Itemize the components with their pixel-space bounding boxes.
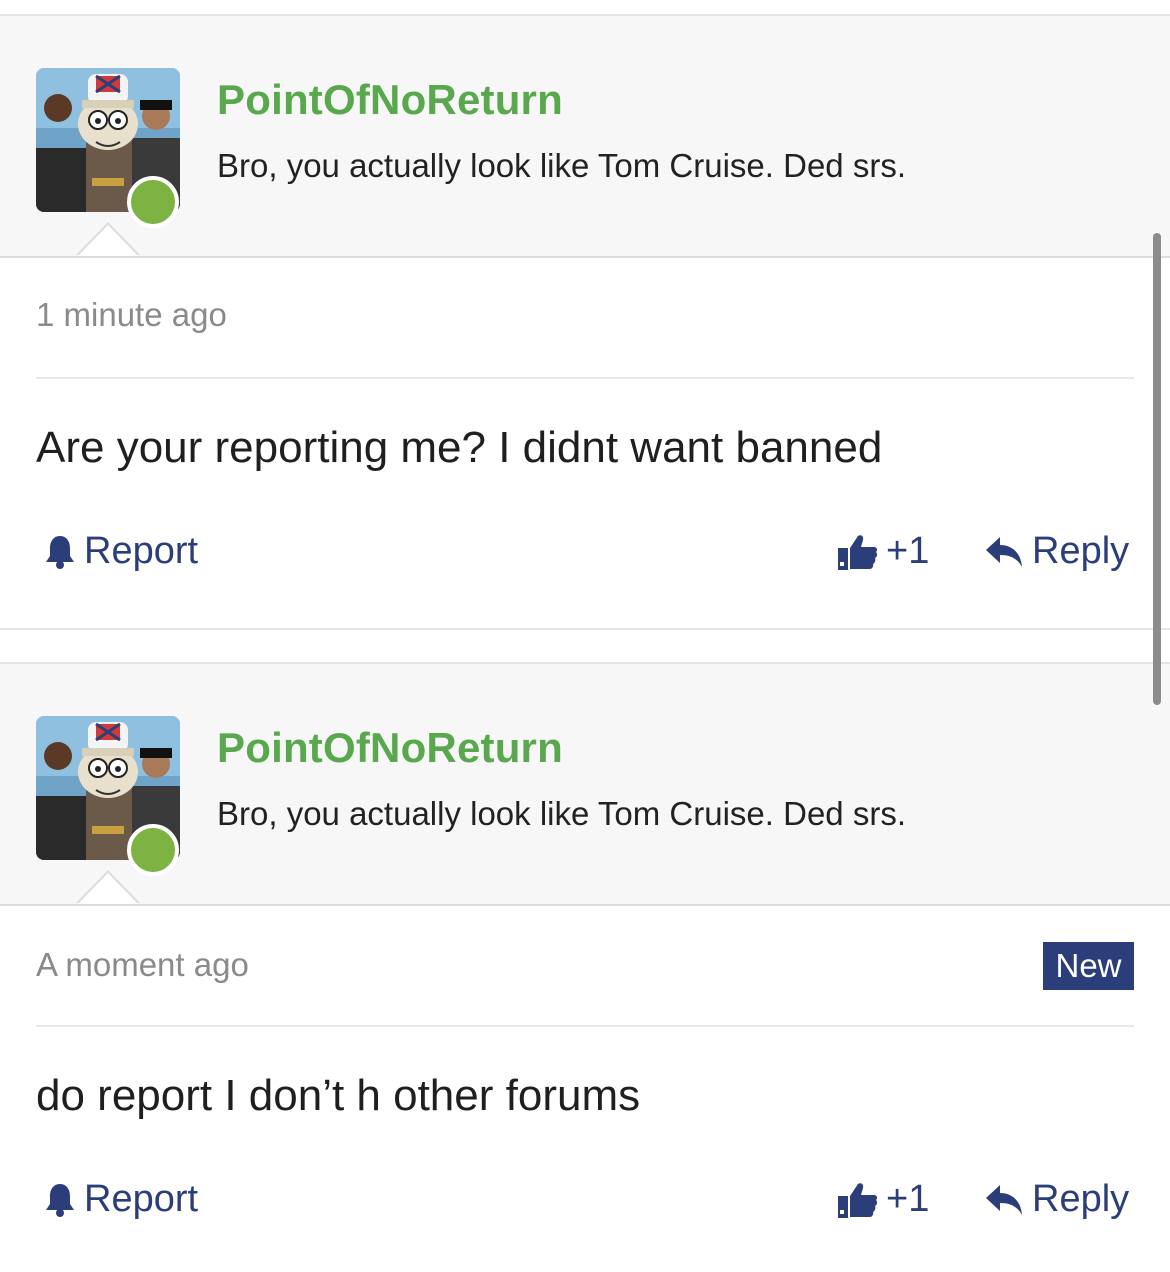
- divider: [36, 377, 1134, 379]
- report-label: Report: [84, 530, 199, 572]
- post-body: do report I don’t h other forums: [36, 1071, 641, 1120]
- report-button[interactable]: Report: [44, 1178, 198, 1221]
- post-timestamp: A moment ago: [36, 946, 249, 983]
- bell-icon: [46, 1183, 74, 1217]
- quote-pointer: [76, 222, 140, 256]
- post-actions: Report +1 Reply: [0, 530, 1170, 586]
- report-label: Report: [84, 1178, 199, 1220]
- post-separator: [0, 628, 1170, 630]
- like-button[interactable]: +1: [836, 530, 929, 573]
- comment-post: PointOfNoReturn Bro, you actually look l…: [0, 0, 1170, 630]
- comment-post: PointOfNoReturn Bro, you actually look l…: [0, 648, 1170, 1272]
- like-count: +1: [886, 530, 930, 572]
- post-timestamp: 1 minute ago: [36, 296, 227, 333]
- reply-label: Reply: [1032, 530, 1130, 572]
- new-badge: New: [1043, 942, 1134, 990]
- quoted-username[interactable]: PointOfNoReturn: [217, 76, 563, 124]
- reply-button[interactable]: Reply: [984, 530, 1129, 573]
- reply-button[interactable]: Reply: [984, 1178, 1129, 1221]
- quoted-text: Bro, you actually look like Tom Cruise. …: [217, 795, 906, 832]
- reply-arrow-icon: [986, 536, 1022, 567]
- online-status-indicator: [127, 176, 179, 228]
- reply-label: Reply: [1032, 1178, 1130, 1220]
- like-button[interactable]: +1: [836, 1178, 929, 1221]
- like-count: +1: [886, 1178, 930, 1220]
- reply-arrow-icon: [986, 1184, 1022, 1215]
- report-button[interactable]: Report: [44, 530, 198, 573]
- scrollbar[interactable]: [1153, 233, 1161, 705]
- bell-icon: [46, 535, 74, 569]
- quoted-username[interactable]: PointOfNoReturn: [217, 724, 563, 772]
- online-status-indicator: [127, 824, 179, 876]
- quoted-text: Bro, you actually look like Tom Cruise. …: [217, 147, 906, 184]
- thumbs-up-icon: [838, 534, 878, 570]
- divider: [36, 1025, 1134, 1027]
- post-actions: Report +1 Reply: [0, 1178, 1170, 1234]
- thumbs-up-icon: [838, 1182, 878, 1218]
- quote-pointer: [76, 870, 140, 904]
- post-body: Are your reporting me? I didnt want bann…: [36, 423, 883, 472]
- quoted-comment[interactable]: PointOfNoReturn Bro, you actually look l…: [0, 662, 1170, 906]
- quoted-comment[interactable]: PointOfNoReturn Bro, you actually look l…: [0, 14, 1170, 258]
